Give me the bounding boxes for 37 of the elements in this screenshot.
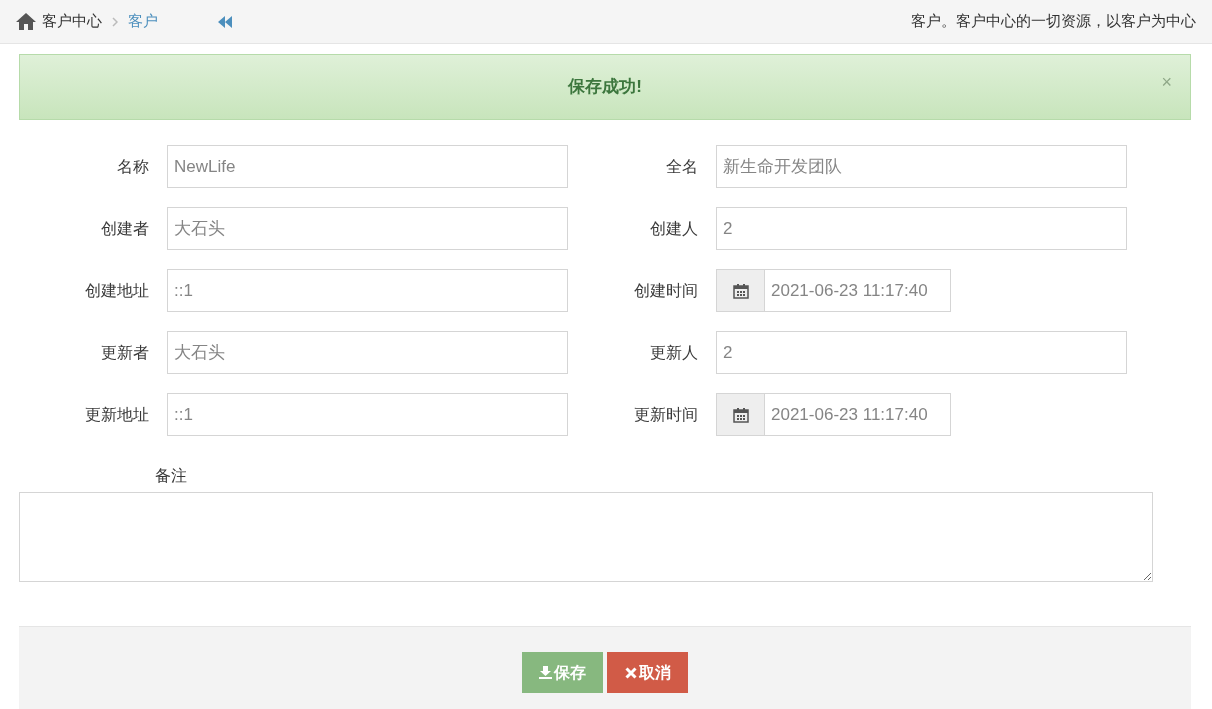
field-label: 名称 xyxy=(116,156,149,177)
input-field[interactable]: 大石头 xyxy=(167,331,568,374)
cancel-button[interactable]: 取消 xyxy=(607,652,688,693)
field-label: 创建者 xyxy=(100,218,149,239)
page-description: 客户。客户中心的一切资源，以客户为中心 xyxy=(911,11,1196,32)
field-label: 备注 xyxy=(155,466,188,486)
field-label: 创建时间 xyxy=(633,280,698,301)
save-button[interactable]: 保存 xyxy=(522,652,603,693)
input-field[interactable]: 2 xyxy=(716,207,1127,250)
field-label: 更新时间 xyxy=(633,404,698,425)
date-field[interactable]: 2021-06-23 11:17:40 xyxy=(765,269,951,312)
input-field[interactable]: 大石头 xyxy=(167,207,568,250)
field-label: 更新地址 xyxy=(84,404,149,425)
close-icon xyxy=(624,666,637,679)
input-field[interactable]: 新生命开发团队 xyxy=(716,145,1127,188)
breadcrumb-link[interactable]: 客户中心 xyxy=(42,10,102,33)
date-field[interactable]: 2021-06-23 11:17:40 xyxy=(765,393,951,436)
calendar-addon[interactable] xyxy=(716,393,765,436)
field-label: 更新人 xyxy=(649,342,698,363)
download-icon xyxy=(539,666,552,679)
close-button[interactable]: × xyxy=(1161,69,1172,96)
input-field[interactable]: ::1 xyxy=(167,393,568,436)
breadcrumb-link[interactable]: 客户 xyxy=(128,10,158,33)
input-field[interactable]: 2 xyxy=(716,331,1127,374)
collapse-icon[interactable] xyxy=(218,15,232,28)
field-label: 全名 xyxy=(665,156,698,177)
input-field[interactable]: NewLife xyxy=(167,145,568,188)
input-field[interactable]: ::1 xyxy=(167,269,568,312)
calendar-icon xyxy=(732,282,749,299)
alert-message: 保存成功! xyxy=(568,76,642,99)
field-label: 创建地址 xyxy=(84,280,149,301)
calendar-icon xyxy=(732,406,749,423)
field-label: 创建人 xyxy=(649,218,698,239)
field-label: 更新者 xyxy=(100,342,149,363)
chevron-icon xyxy=(112,16,118,27)
calendar-addon[interactable] xyxy=(716,269,765,312)
home-icon xyxy=(16,13,36,30)
